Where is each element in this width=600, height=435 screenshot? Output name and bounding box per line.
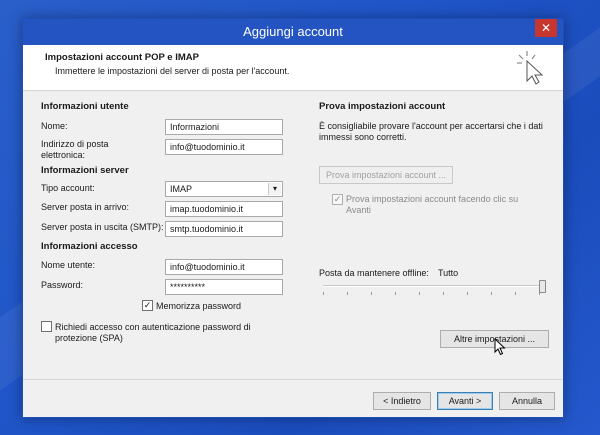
title-bar: Aggiungi account ✕ <box>23 19 563 45</box>
footer-divider <box>23 379 563 380</box>
incoming-server-label: Server posta in arrivo: <box>41 202 130 212</box>
slider-tick <box>395 292 396 295</box>
back-button[interactable]: < Indietro <box>373 392 431 410</box>
user-info-title: Informazioni utente <box>41 101 129 112</box>
account-type-value: IMAP <box>170 184 193 194</box>
incoming-server-field[interactable]: imap.tuodominio.it <box>165 201 283 217</box>
account-type-label: Tipo account: <box>41 183 95 193</box>
cancel-button[interactable]: Annulla <box>499 392 555 410</box>
remember-password-checkbox[interactable]: ✓ <box>142 300 153 311</box>
spa-label-line1: Richiedi accesso con autenticazione pass… <box>55 322 251 332</box>
cursor-click-icon <box>517 51 544 85</box>
spa-label-line2: protezione (SPA) <box>55 333 123 343</box>
offline-label: Posta da mantenere offline: <box>319 268 429 278</box>
test-settings-button[interactable]: Prova impostazioni account ... <box>319 166 453 184</box>
auto-test-checkbox[interactable]: ✓ <box>332 194 343 205</box>
add-account-dialog: Aggiungi account ✕ Impostazioni account … <box>22 18 564 418</box>
slider-tick <box>371 292 372 295</box>
access-info-title: Informazioni accesso <box>41 241 138 252</box>
email-field[interactable]: info@tuodominio.it <box>165 139 283 155</box>
chevron-down-icon[interactable]: ▾ <box>268 183 281 195</box>
email-label-line1: Indirizzo di posta <box>41 139 109 149</box>
account-type-select[interactable]: IMAP ▾ <box>165 181 283 197</box>
slider-tick <box>323 292 324 295</box>
password-field[interactable]: ********** <box>165 279 283 295</box>
slider-tick <box>347 292 348 295</box>
remember-password-label: Memorizza password <box>156 301 242 311</box>
slider-tick <box>491 292 492 295</box>
window-title: Aggiungi account <box>243 24 343 39</box>
outgoing-server-field[interactable]: smtp.tuodominio.it <box>165 221 283 237</box>
password-label: Password: <box>41 280 84 290</box>
username-label: Nome utente: <box>41 260 96 270</box>
slider-tick <box>443 292 444 295</box>
dialog-header: Impostazioni account POP e IMAP Immetter… <box>23 45 563 91</box>
offline-value: Tutto <box>438 268 459 278</box>
slider-tick <box>419 292 420 295</box>
server-info-title: Informazioni server <box>41 165 129 176</box>
outgoing-server-label: Server posta in uscita (SMTP): <box>41 222 164 232</box>
auto-test-label-line2: Avanti <box>346 205 371 215</box>
username-field[interactable]: info@tuodominio.it <box>165 259 283 275</box>
header-title: Impostazioni account POP e IMAP <box>45 52 199 63</box>
test-settings-title: Prova impostazioni account <box>319 101 446 112</box>
slider-thumb[interactable] <box>539 280 546 293</box>
slider-tick <box>467 292 468 295</box>
name-field[interactable]: Informazioni <box>165 119 283 135</box>
auto-test-label-line1: Prova impostazioni account facendo clic … <box>346 194 519 204</box>
spa-checkbox[interactable] <box>41 321 52 332</box>
header-subtitle: Immettere le impostazioni del server di … <box>55 66 290 76</box>
arrow-cursor-icon <box>494 338 506 356</box>
close-button[interactable]: ✕ <box>535 19 557 37</box>
test-description-line1: È consigliabile provare l'account per ac… <box>319 121 543 131</box>
name-label: Nome: <box>41 121 68 131</box>
slider-tick <box>515 292 516 295</box>
email-label-line2: elettronica: <box>41 150 86 160</box>
next-button[interactable]: Avanti > <box>437 392 493 410</box>
slider-track[interactable] <box>323 285 545 287</box>
test-description-line2: immessi sono corretti. <box>319 132 407 142</box>
